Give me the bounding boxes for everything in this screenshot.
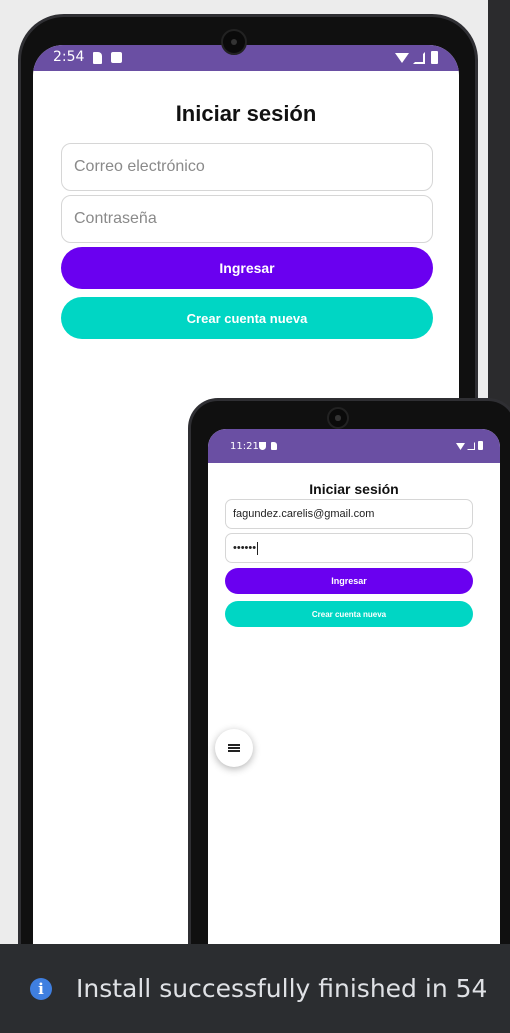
login-button[interactable]: Ingresar (61, 247, 433, 289)
wifi-icon (456, 443, 465, 450)
battery-icon (431, 51, 438, 64)
menu-icon (228, 744, 240, 752)
password-field[interactable]: Contraseña (61, 195, 433, 243)
camera-cutout (327, 407, 349, 429)
signal-icon (413, 52, 425, 64)
info-icon: i (30, 977, 52, 1000)
phone-screen: 11:21 Iniciar sesión fagundez.carelis@gm… (208, 429, 500, 961)
emulator-phone-front: 11:21 Iniciar sesión fagundez.carelis@gm… (188, 398, 510, 961)
page-title: Iniciar sesión (309, 481, 399, 497)
camera-cutout (221, 29, 247, 55)
password-placeholder: Contraseña (74, 210, 157, 227)
install-notification: i Install successfully finished in 54 (0, 944, 510, 1033)
wifi-icon (395, 53, 409, 63)
status-time: 11:21 (230, 441, 259, 452)
create-account-button[interactable]: Crear cuenta nueva (225, 601, 473, 627)
image-icon (111, 52, 122, 63)
email-value: fagundez.carelis@gmail.com (233, 508, 375, 520)
email-placeholder: Correo electrónico (74, 158, 205, 175)
sd-card-icon (93, 52, 102, 64)
email-field[interactable]: Correo electrónico (61, 143, 433, 191)
status-bar: 11:21 (208, 429, 500, 463)
signal-icon (467, 442, 475, 450)
email-field[interactable]: fagundez.carelis@gmail.com (225, 499, 473, 529)
sd-card-icon (271, 442, 277, 450)
status-time: 2:54 (53, 49, 85, 65)
page-title: Iniciar sesión (175, 101, 317, 126)
emulator-menu-button[interactable] (215, 729, 253, 767)
status-bar: 2:54 (33, 45, 459, 71)
notification-message: Install successfully finished in 54 (76, 974, 488, 1003)
shield-icon (259, 442, 266, 450)
login-button[interactable]: Ingresar (225, 568, 473, 594)
text-caret (257, 541, 259, 555)
battery-icon (478, 441, 483, 450)
password-field[interactable]: •••••• (225, 533, 473, 563)
password-value: •••••• (233, 542, 257, 554)
create-account-button[interactable]: Crear cuenta nueva (61, 297, 433, 339)
